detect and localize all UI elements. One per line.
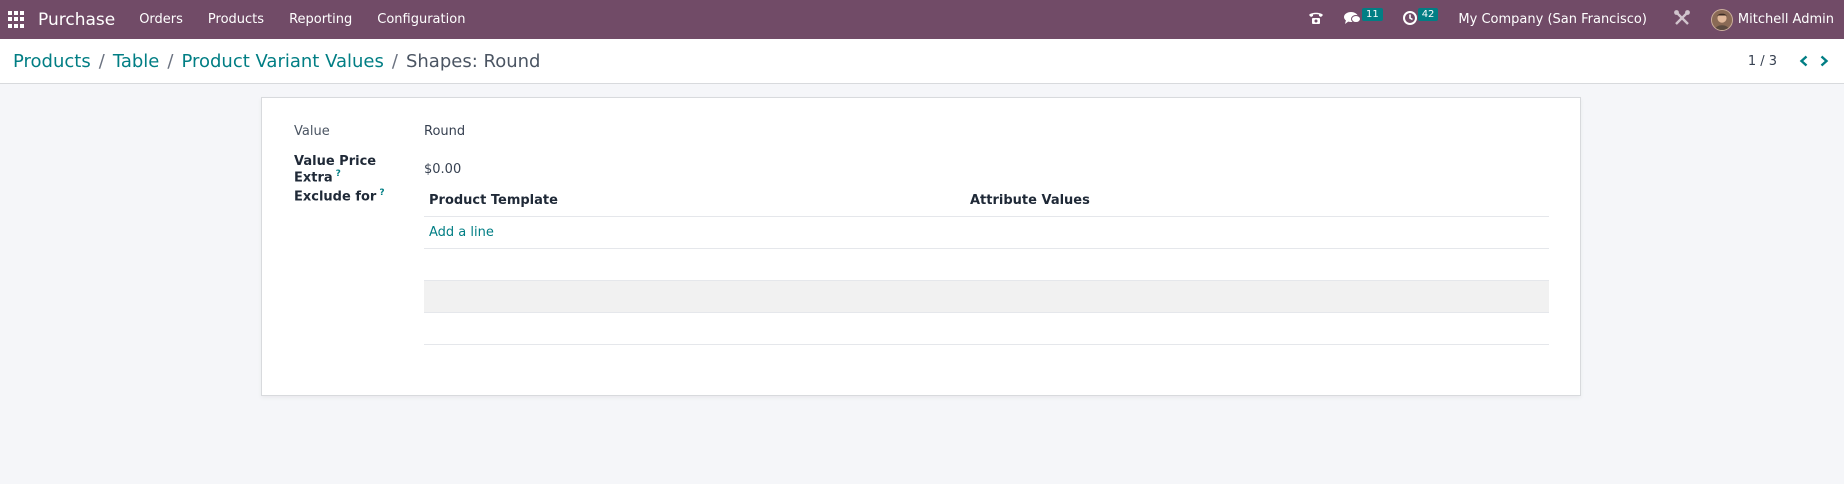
value-field[interactable]: Round xyxy=(424,124,465,139)
menu-products[interactable]: Products xyxy=(208,12,264,27)
debug-tools-button[interactable] xyxy=(1673,9,1691,31)
pager-previous-button[interactable] xyxy=(1797,53,1811,69)
activities-count-badge: 42 xyxy=(1417,8,1439,21)
phone-button[interactable] xyxy=(1308,11,1324,29)
add-line-row: Add a line xyxy=(424,217,1549,249)
add-a-line-link[interactable]: Add a line xyxy=(424,225,494,240)
table-row xyxy=(424,313,1549,345)
menu-orders[interactable]: Orders xyxy=(139,12,183,27)
table-row xyxy=(424,281,1549,313)
breadcrumb: Products / Table / Product Variant Value… xyxy=(13,51,540,72)
price-extra-field[interactable]: $0.00 xyxy=(424,162,461,177)
menu-reporting[interactable]: Reporting xyxy=(289,12,352,27)
pager-value[interactable]: 1 / 3 xyxy=(1748,54,1777,69)
top-navbar: Purchase Orders Products Reporting Confi… xyxy=(0,0,1844,39)
breadcrumb-current: Shapes: Round xyxy=(405,50,541,72)
column-product-template[interactable]: Product Template xyxy=(424,193,970,208)
apps-menu-icon[interactable] xyxy=(8,10,26,29)
user-menu[interactable]: Mitchell Admin xyxy=(1710,8,1834,31)
price-extra-label: Value Price Extra? xyxy=(294,154,424,185)
chat-icon xyxy=(1343,11,1361,29)
phone-icon xyxy=(1308,11,1324,29)
exclude-for-help-icon[interactable]: ? xyxy=(379,188,384,198)
form-sheet: Value Round Value Price Extra? $0.00 Exc… xyxy=(261,97,1581,396)
exclude-for-row: Exclude for? xyxy=(294,188,424,204)
breadcrumb-products[interactable]: Products xyxy=(13,51,91,72)
app-name[interactable]: Purchase xyxy=(38,10,115,30)
breadcrumb-separator: / xyxy=(391,50,398,72)
value-label: Value xyxy=(294,124,330,139)
value-field-row: Value Round xyxy=(294,124,465,139)
table-header: Product Template Attribute Values xyxy=(424,185,1549,217)
exclude-for-label: Exclude for? xyxy=(294,188,424,204)
user-avatar xyxy=(1710,8,1733,31)
breadcrumb-separator: / xyxy=(98,50,105,72)
company-switcher[interactable]: My Company (San Francisco) xyxy=(1458,12,1646,27)
breadcrumb-product-variant-values[interactable]: Product Variant Values xyxy=(181,51,383,72)
chevron-left-icon xyxy=(1799,55,1808,67)
exclude-for-table: Product Template Attribute Values Add a … xyxy=(424,185,1549,345)
table-row xyxy=(424,249,1549,281)
breadcrumb-table[interactable]: Table xyxy=(113,51,160,72)
column-attribute-values[interactable]: Attribute Values xyxy=(970,193,1090,208)
clock-icon xyxy=(1402,10,1417,29)
menu-configuration[interactable]: Configuration xyxy=(377,12,465,27)
pager: 1 / 3 xyxy=(1748,53,1831,69)
pager-next-button[interactable] xyxy=(1817,53,1831,69)
messages-count-badge: 11 xyxy=(1361,8,1383,21)
tools-icon xyxy=(1673,9,1691,31)
user-name: Mitchell Admin xyxy=(1737,12,1834,27)
price-extra-field-row: Value Price Extra? $0.00 xyxy=(294,154,461,185)
exclude-for-label-text: Exclude for xyxy=(294,189,377,205)
activities-button[interactable]: 42 xyxy=(1402,8,1439,29)
messages-button[interactable]: 11 xyxy=(1343,8,1383,29)
breadcrumb-separator: / xyxy=(167,50,174,72)
price-extra-help-icon[interactable]: ? xyxy=(336,169,341,179)
control-panel: Products / Table / Product Variant Value… xyxy=(0,39,1844,84)
chevron-right-icon xyxy=(1820,55,1829,67)
